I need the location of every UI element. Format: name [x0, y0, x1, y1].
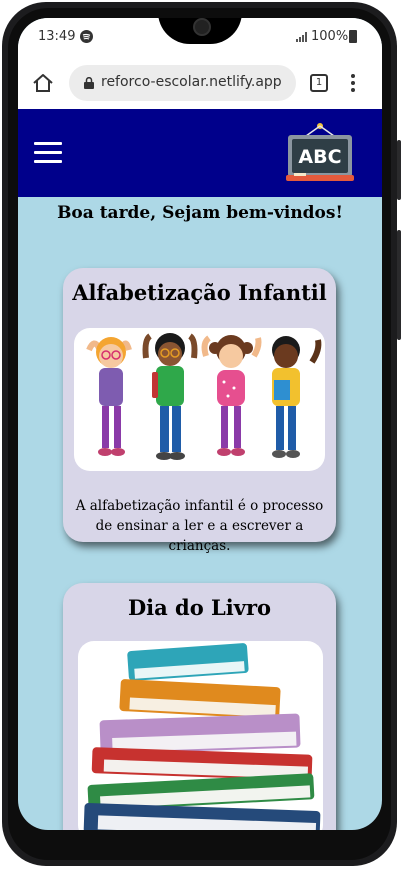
- svg-text:ABC: ABC: [298, 146, 341, 168]
- status-time: 13:49: [38, 29, 76, 44]
- tab-switcher-button[interactable]: 1: [310, 74, 328, 92]
- address-bar[interactable]: reforco-escolar.netlify.app: [69, 65, 296, 101]
- spotify-icon: [80, 30, 93, 43]
- camera-icon: [193, 18, 211, 36]
- greeting-heading: Boa tarde, Sejam bem-vindos!: [57, 203, 343, 223]
- battery-percentage: 100%: [311, 29, 349, 44]
- signal-icon: [296, 32, 307, 42]
- card-alfabetizacao[interactable]: Alfabetização Infantil A alfabetização i…: [63, 268, 336, 554]
- books-image: [83, 643, 321, 830]
- home-icon[interactable]: [32, 72, 54, 94]
- power-button: [397, 140, 401, 200]
- card-dia-do-livro[interactable]: Dia do Livro: [63, 583, 336, 830]
- site-header: ABC: [18, 109, 382, 197]
- browser-toolbar: reforco-escolar.netlify.app 1: [18, 56, 382, 109]
- abc-chalkboard-logo: ABC: [286, 123, 354, 181]
- card-description: A alfabetização infantil é o processo de…: [75, 498, 324, 554]
- children-illustration: [74, 328, 325, 471]
- books-illustration: [78, 641, 323, 830]
- card-title: Dia do Livro: [127, 595, 272, 620]
- screen: 13:49 100% reforco-escolar.netlify.app 1…: [18, 18, 382, 830]
- kids-image: [86, 333, 322, 460]
- hamburger-menu-icon[interactable]: [34, 142, 62, 164]
- card-title: Alfabetização Infantil: [72, 280, 327, 305]
- status-bar: 13:49 100%: [18, 18, 382, 56]
- url-text: reforco-escolar.netlify.app: [101, 74, 282, 90]
- battery-icon: [349, 30, 357, 43]
- lock-icon: [84, 77, 94, 89]
- volume-button: [397, 230, 401, 340]
- phone-device: 13:49 100% reforco-escolar.netlify.app 1…: [0, 0, 401, 869]
- more-menu-icon[interactable]: [351, 73, 355, 93]
